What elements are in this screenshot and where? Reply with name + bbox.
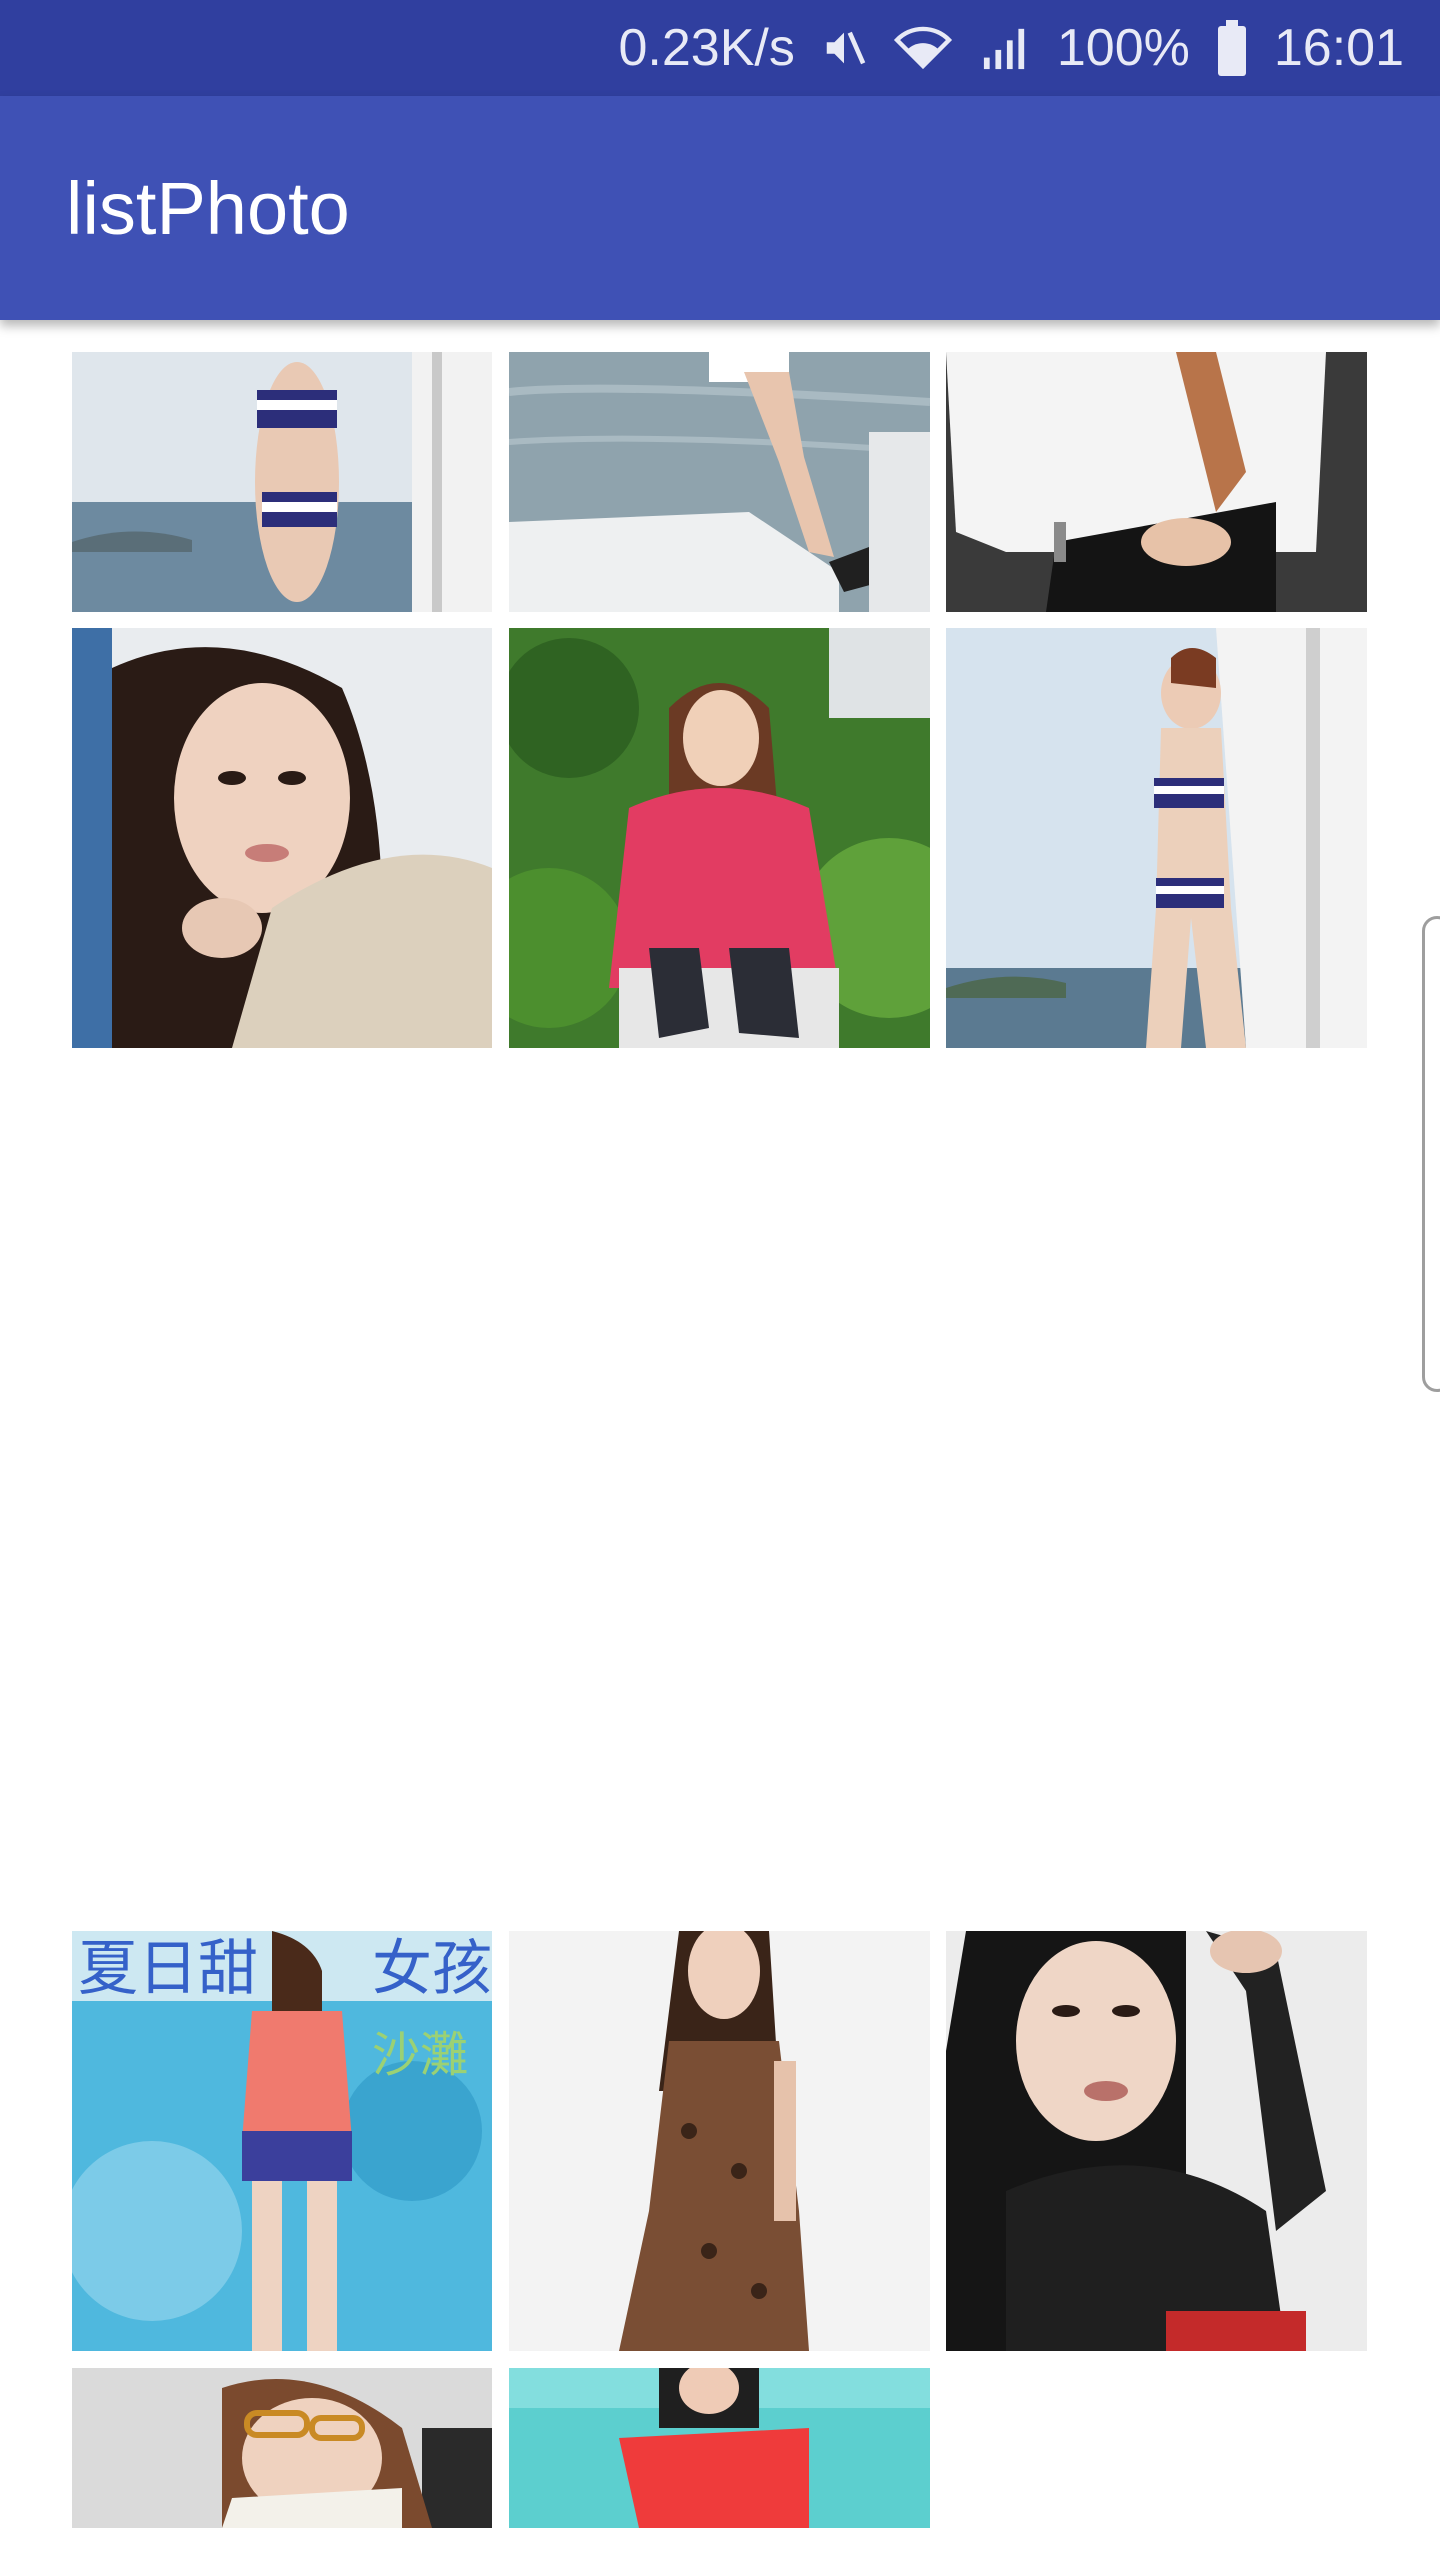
- poster-text: 夏日甜: [78, 1934, 258, 2004]
- photo-tile[interactable]: [509, 628, 930, 1048]
- wifi-icon: [893, 22, 953, 74]
- network-speed: 0.23K/s: [618, 19, 795, 77]
- photo-tile[interactable]: 夏日甜 女孩 沙灘: [72, 1931, 492, 2351]
- photo-image: [509, 352, 930, 612]
- photo-tile[interactable]: [946, 628, 1367, 1048]
- poster-text: 女孩: [372, 1934, 492, 2004]
- photo-image: [509, 2368, 930, 2528]
- photo-tile[interactable]: [509, 2368, 930, 2528]
- photo-tile[interactable]: [509, 352, 930, 612]
- status-bar: 0.23K/s 100% 16:01: [0, 0, 1440, 96]
- photo-image: [509, 1931, 930, 2351]
- photo-image: [946, 352, 1367, 612]
- photo-image: 夏日甜 女孩 沙灘: [72, 1931, 492, 2351]
- poster-text: 沙灘: [372, 2027, 468, 2083]
- photo-image: [72, 628, 492, 1048]
- app-title: listPhoto: [66, 166, 350, 250]
- photo-image: [946, 1931, 1367, 2351]
- photo-tile[interactable]: [72, 628, 492, 1048]
- battery-icon: [1216, 20, 1248, 76]
- battery-percent: 100%: [1056, 19, 1190, 77]
- photo-tile[interactable]: [946, 1931, 1367, 2351]
- photo-image: [509, 628, 930, 1048]
- photo-tile[interactable]: [72, 2368, 492, 2528]
- mute-icon: [821, 25, 867, 71]
- photo-image: [946, 628, 1367, 1048]
- fast-scroll-handle[interactable]: [1422, 916, 1440, 1392]
- photo-image: [72, 352, 492, 612]
- photo-tile[interactable]: [72, 352, 492, 612]
- clock: 16:01: [1273, 19, 1404, 77]
- photo-tile[interactable]: [946, 352, 1367, 612]
- photo-gallery[interactable]: 夏日甜 女孩 沙灘: [0, 320, 1440, 2560]
- app-bar: listPhoto: [0, 96, 1440, 320]
- signal-icon: [979, 25, 1031, 71]
- photo-tile[interactable]: [509, 1931, 930, 2351]
- photo-image: [72, 2368, 492, 2528]
